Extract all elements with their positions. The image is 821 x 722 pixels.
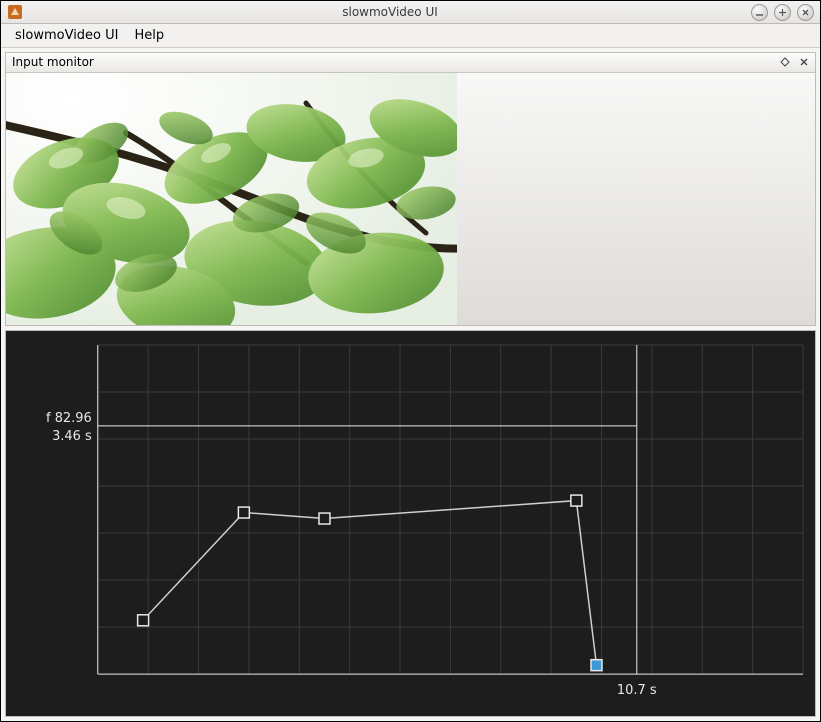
curve-node[interactable] <box>591 660 602 671</box>
dock-float-button[interactable] <box>779 57 790 68</box>
curve-node[interactable] <box>571 495 582 506</box>
window-controls <box>751 4 814 21</box>
window-title: slowmoVideo UI <box>29 5 751 19</box>
input-monitor-dock: Input monitor <box>5 52 816 326</box>
curve-node[interactable] <box>138 615 149 626</box>
input-monitor-body <box>6 73 815 325</box>
cursor-time-y-label: 3.46 s <box>52 429 92 444</box>
curve-node[interactable] <box>319 513 330 524</box>
input-monitor-title: Input monitor <box>12 55 779 69</box>
timeline-canvas[interactable]: f 82.96 3.46 s 10.7 s <box>5 330 816 717</box>
app-icon <box>7 4 23 20</box>
close-button[interactable] <box>797 4 814 21</box>
cursor-time-x-label: 10.7 s <box>617 683 657 698</box>
menu-help[interactable]: Help <box>127 25 173 46</box>
dock-close-button[interactable] <box>798 57 809 68</box>
titlebar[interactable]: slowmoVideo UI <box>1 1 820 24</box>
input-monitor-header[interactable]: Input monitor <box>6 53 815 73</box>
menu-app[interactable]: slowmoVideo UI <box>7 25 127 46</box>
menubar: slowmoVideo UI Help <box>1 24 820 47</box>
minimize-button[interactable] <box>751 4 768 21</box>
client-area: Input monitor <box>1 48 820 721</box>
video-preview[interactable] <box>6 73 457 325</box>
curve-node[interactable] <box>238 507 249 518</box>
maximize-button[interactable] <box>774 4 791 21</box>
cursor-frame-label: f 82.96 <box>46 411 92 426</box>
app-window: slowmoVideo UI slowmoVideo UI Help Input… <box>0 0 821 722</box>
